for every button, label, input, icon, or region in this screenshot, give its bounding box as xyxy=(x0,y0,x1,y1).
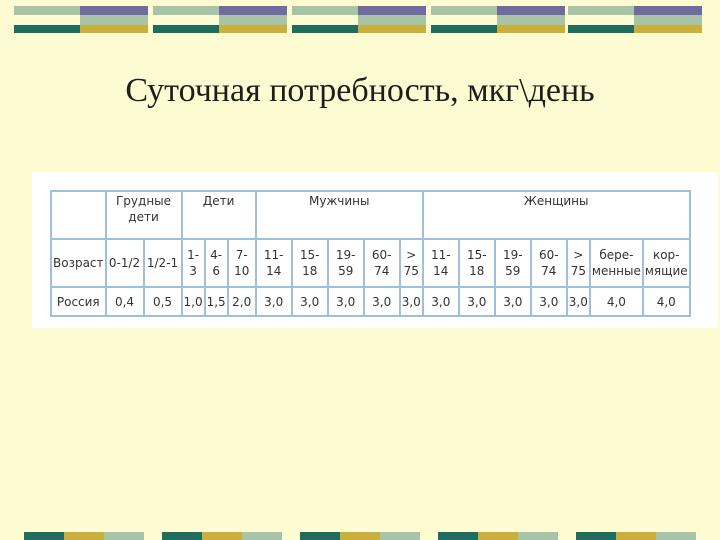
slide-title: Суточная потребность, мкг\день xyxy=(125,72,595,109)
age-cell: 1-3 xyxy=(180,238,206,288)
value-cell: 3,0 xyxy=(398,286,424,317)
age-cell: 4-6 xyxy=(203,238,229,288)
value-cell: 0,5 xyxy=(142,286,183,317)
age-cell: > 75 xyxy=(565,238,591,288)
top-decorative-band xyxy=(0,6,720,36)
table-panel: Грудные дети Дети Мужчины Женщины Возрас… xyxy=(32,172,718,328)
age-cell: 1/2-1 xyxy=(142,238,183,288)
age-cell: 0-1/2 xyxy=(104,238,145,288)
bottom-decorative-band xyxy=(0,532,720,540)
age-cell: 60-74 xyxy=(362,238,401,288)
age-cell: 19-59 xyxy=(326,238,365,288)
decorative-tile xyxy=(162,532,296,540)
age-cell: 11-14 xyxy=(254,238,293,288)
value-cell: 3,0 xyxy=(290,286,329,317)
value-cell: 1,5 xyxy=(203,286,229,317)
value-cell: 3,0 xyxy=(254,286,293,317)
decorative-tile xyxy=(568,6,702,33)
value-cell: 3,0 xyxy=(326,286,365,317)
header-children: Дети xyxy=(180,190,257,240)
requirements-table: Грудные дети Дети Мужчины Женщины Возрас… xyxy=(50,190,691,317)
value-cell: 3,0 xyxy=(362,286,401,317)
age-cell: 19-59 xyxy=(493,238,532,288)
value-cell: 4,0 xyxy=(588,286,644,317)
decorative-tile xyxy=(14,6,148,33)
age-label: Возраст xyxy=(50,238,107,288)
decorative-tile xyxy=(431,6,565,33)
header-blank-cell xyxy=(50,190,107,240)
value-cell: 3,0 xyxy=(457,286,496,317)
country-label: Россия xyxy=(50,286,107,317)
value-cell: 3,0 xyxy=(529,286,568,317)
header-men: Мужчины xyxy=(254,190,424,240)
age-cell: 15-18 xyxy=(290,238,329,288)
decorative-tile xyxy=(300,532,434,540)
age-cell: кор-мящие xyxy=(641,238,691,288)
value-cell: 4,0 xyxy=(641,286,691,317)
value-cell: 1,0 xyxy=(180,286,206,317)
age-cell: 7-10 xyxy=(226,238,257,288)
age-cell: 11-14 xyxy=(421,238,460,288)
decorative-tile xyxy=(576,532,710,540)
age-cell: 15-18 xyxy=(457,238,496,288)
header-women: Женщины xyxy=(421,190,691,240)
value-cell: 2,0 xyxy=(226,286,257,317)
header-infants: Грудные дети xyxy=(104,190,183,240)
russia-row: Россия 0,4 0,5 1,0 1,5 2,0 3,0 3,0 3,0 3… xyxy=(50,286,691,317)
age-row: Возраст 0-1/2 1/2-1 1-3 4-6 7-10 11-14 1… xyxy=(50,238,691,288)
decorative-tile xyxy=(292,6,426,33)
header-row: Грудные дети Дети Мужчины Женщины xyxy=(50,190,691,240)
decorative-tile xyxy=(438,532,572,540)
value-cell: 3,0 xyxy=(493,286,532,317)
value-cell: 0,4 xyxy=(104,286,145,317)
value-cell: 3,0 xyxy=(421,286,460,317)
decorative-tile xyxy=(24,532,158,540)
age-cell: бере-менные xyxy=(588,238,644,288)
age-cell: > 75 xyxy=(398,238,424,288)
age-cell: 60-74 xyxy=(529,238,568,288)
decorative-tile xyxy=(153,6,287,33)
value-cell: 3,0 xyxy=(565,286,591,317)
